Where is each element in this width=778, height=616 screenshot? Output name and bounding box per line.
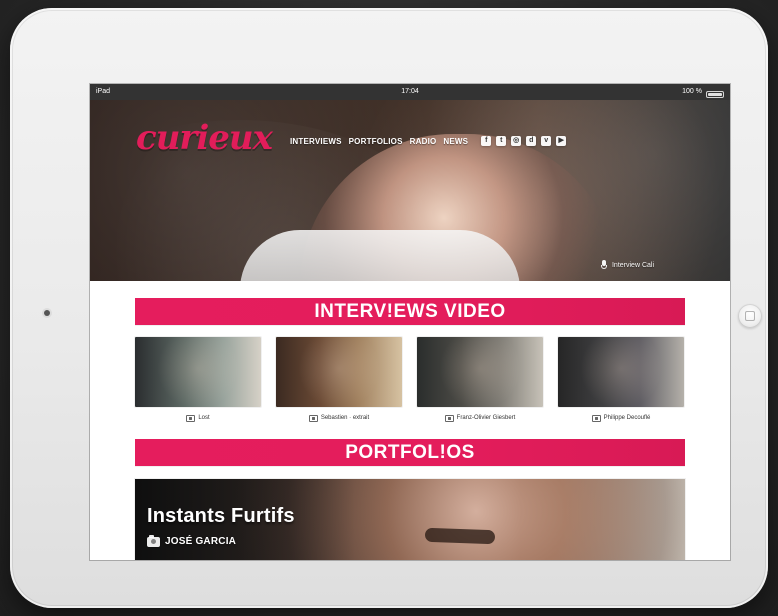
site-logo[interactable]: curieux [136, 118, 273, 158]
film-icon [591, 414, 601, 422]
hero-caption[interactable]: Interview Cali [600, 260, 654, 270]
video-thumbnail [558, 337, 684, 407]
nav-link-portfolios[interactable]: PORTFOLIOS [349, 137, 403, 146]
front-camera [44, 310, 50, 316]
section-portfolios: PORTFOL!OS [135, 439, 685, 466]
video-card-4[interactable]: Philippe Decouflé [558, 337, 684, 423]
video-card-3[interactable]: Franz-Olivier Giesbert [417, 337, 543, 423]
status-right: 100 % [682, 84, 724, 100]
video-caption-text: Philippe Decouflé [603, 415, 651, 421]
status-bar: iPad 17:04 100 % [90, 84, 730, 100]
hero-banner: curieux INTERVIEWS PORTFOLIOS RADIO NEWS… [90, 100, 730, 281]
hero-caption-text: Interview Cali [611, 261, 654, 269]
video-caption: Franz-Olivier Giesbert [417, 413, 543, 423]
nav-link-radio[interactable]: RADIO [410, 137, 437, 146]
video-grid: Lost Sebastien · extrait Franz-Olivier G… [135, 337, 685, 423]
nav-link-news[interactable]: NEWS [443, 137, 468, 146]
battery-percent: 100 % [682, 88, 702, 95]
top-nav: INTERVIEWS PORTFOLIOS RADIO NEWS f t ◎ d… [290, 136, 567, 146]
battery-icon [706, 90, 724, 98]
portfolio-feature[interactable]: Instants Furtifs JOSÉ GARCIA [135, 479, 685, 560]
video-caption: Philippe Decouflé [558, 413, 684, 423]
youtube-icon[interactable]: ▶ [556, 136, 567, 146]
film-icon [444, 414, 454, 422]
video-caption: Sebastien · extrait [276, 413, 402, 423]
video-thumbnail [276, 337, 402, 407]
video-thumbnail [135, 337, 261, 407]
video-thumbnail [417, 337, 543, 407]
video-card-1[interactable]: Lost [135, 337, 261, 423]
instagram-icon[interactable]: ◎ [511, 136, 522, 146]
portfolio-subtitle: JOSÉ GARCIA [147, 534, 237, 547]
camera-icon [147, 534, 160, 547]
video-caption-text: Sebastien · extrait [320, 415, 370, 421]
portfolio-photographer: JOSÉ GARCIA [165, 536, 237, 547]
ipad-screen: iPad 17:04 100 % curieux INTERVIEWS PORT… [90, 84, 730, 560]
video-caption: Lost [135, 413, 261, 423]
video-caption-text: Lost [198, 415, 210, 421]
vimeo-icon[interactable]: v [541, 136, 552, 146]
hero-shirt [240, 230, 520, 281]
twitter-icon[interactable]: t [496, 136, 507, 146]
social-links: f t ◎ d v ▶ [481, 136, 567, 146]
film-icon [308, 414, 318, 422]
video-caption-text: Franz-Olivier Giesbert [456, 415, 516, 421]
microphone-icon [600, 260, 608, 270]
nav-link-interviews[interactable]: INTERVIEWS [290, 137, 342, 146]
dailymotion-icon[interactable]: d [526, 136, 537, 146]
ipad-frame: iPad 17:04 100 % curieux INTERVIEWS PORT… [10, 8, 768, 608]
portfolio-title: Instants Furtifs [147, 505, 295, 527]
portfolio-image-detail [424, 527, 496, 545]
video-card-2[interactable]: Sebastien · extrait [276, 337, 402, 423]
film-icon [186, 414, 196, 422]
status-time: 17:04 [401, 88, 419, 95]
home-button[interactable] [738, 304, 762, 328]
section-interviews-video: INTERV!EWS VIDEO [135, 298, 685, 325]
facebook-icon[interactable]: f [481, 136, 492, 146]
